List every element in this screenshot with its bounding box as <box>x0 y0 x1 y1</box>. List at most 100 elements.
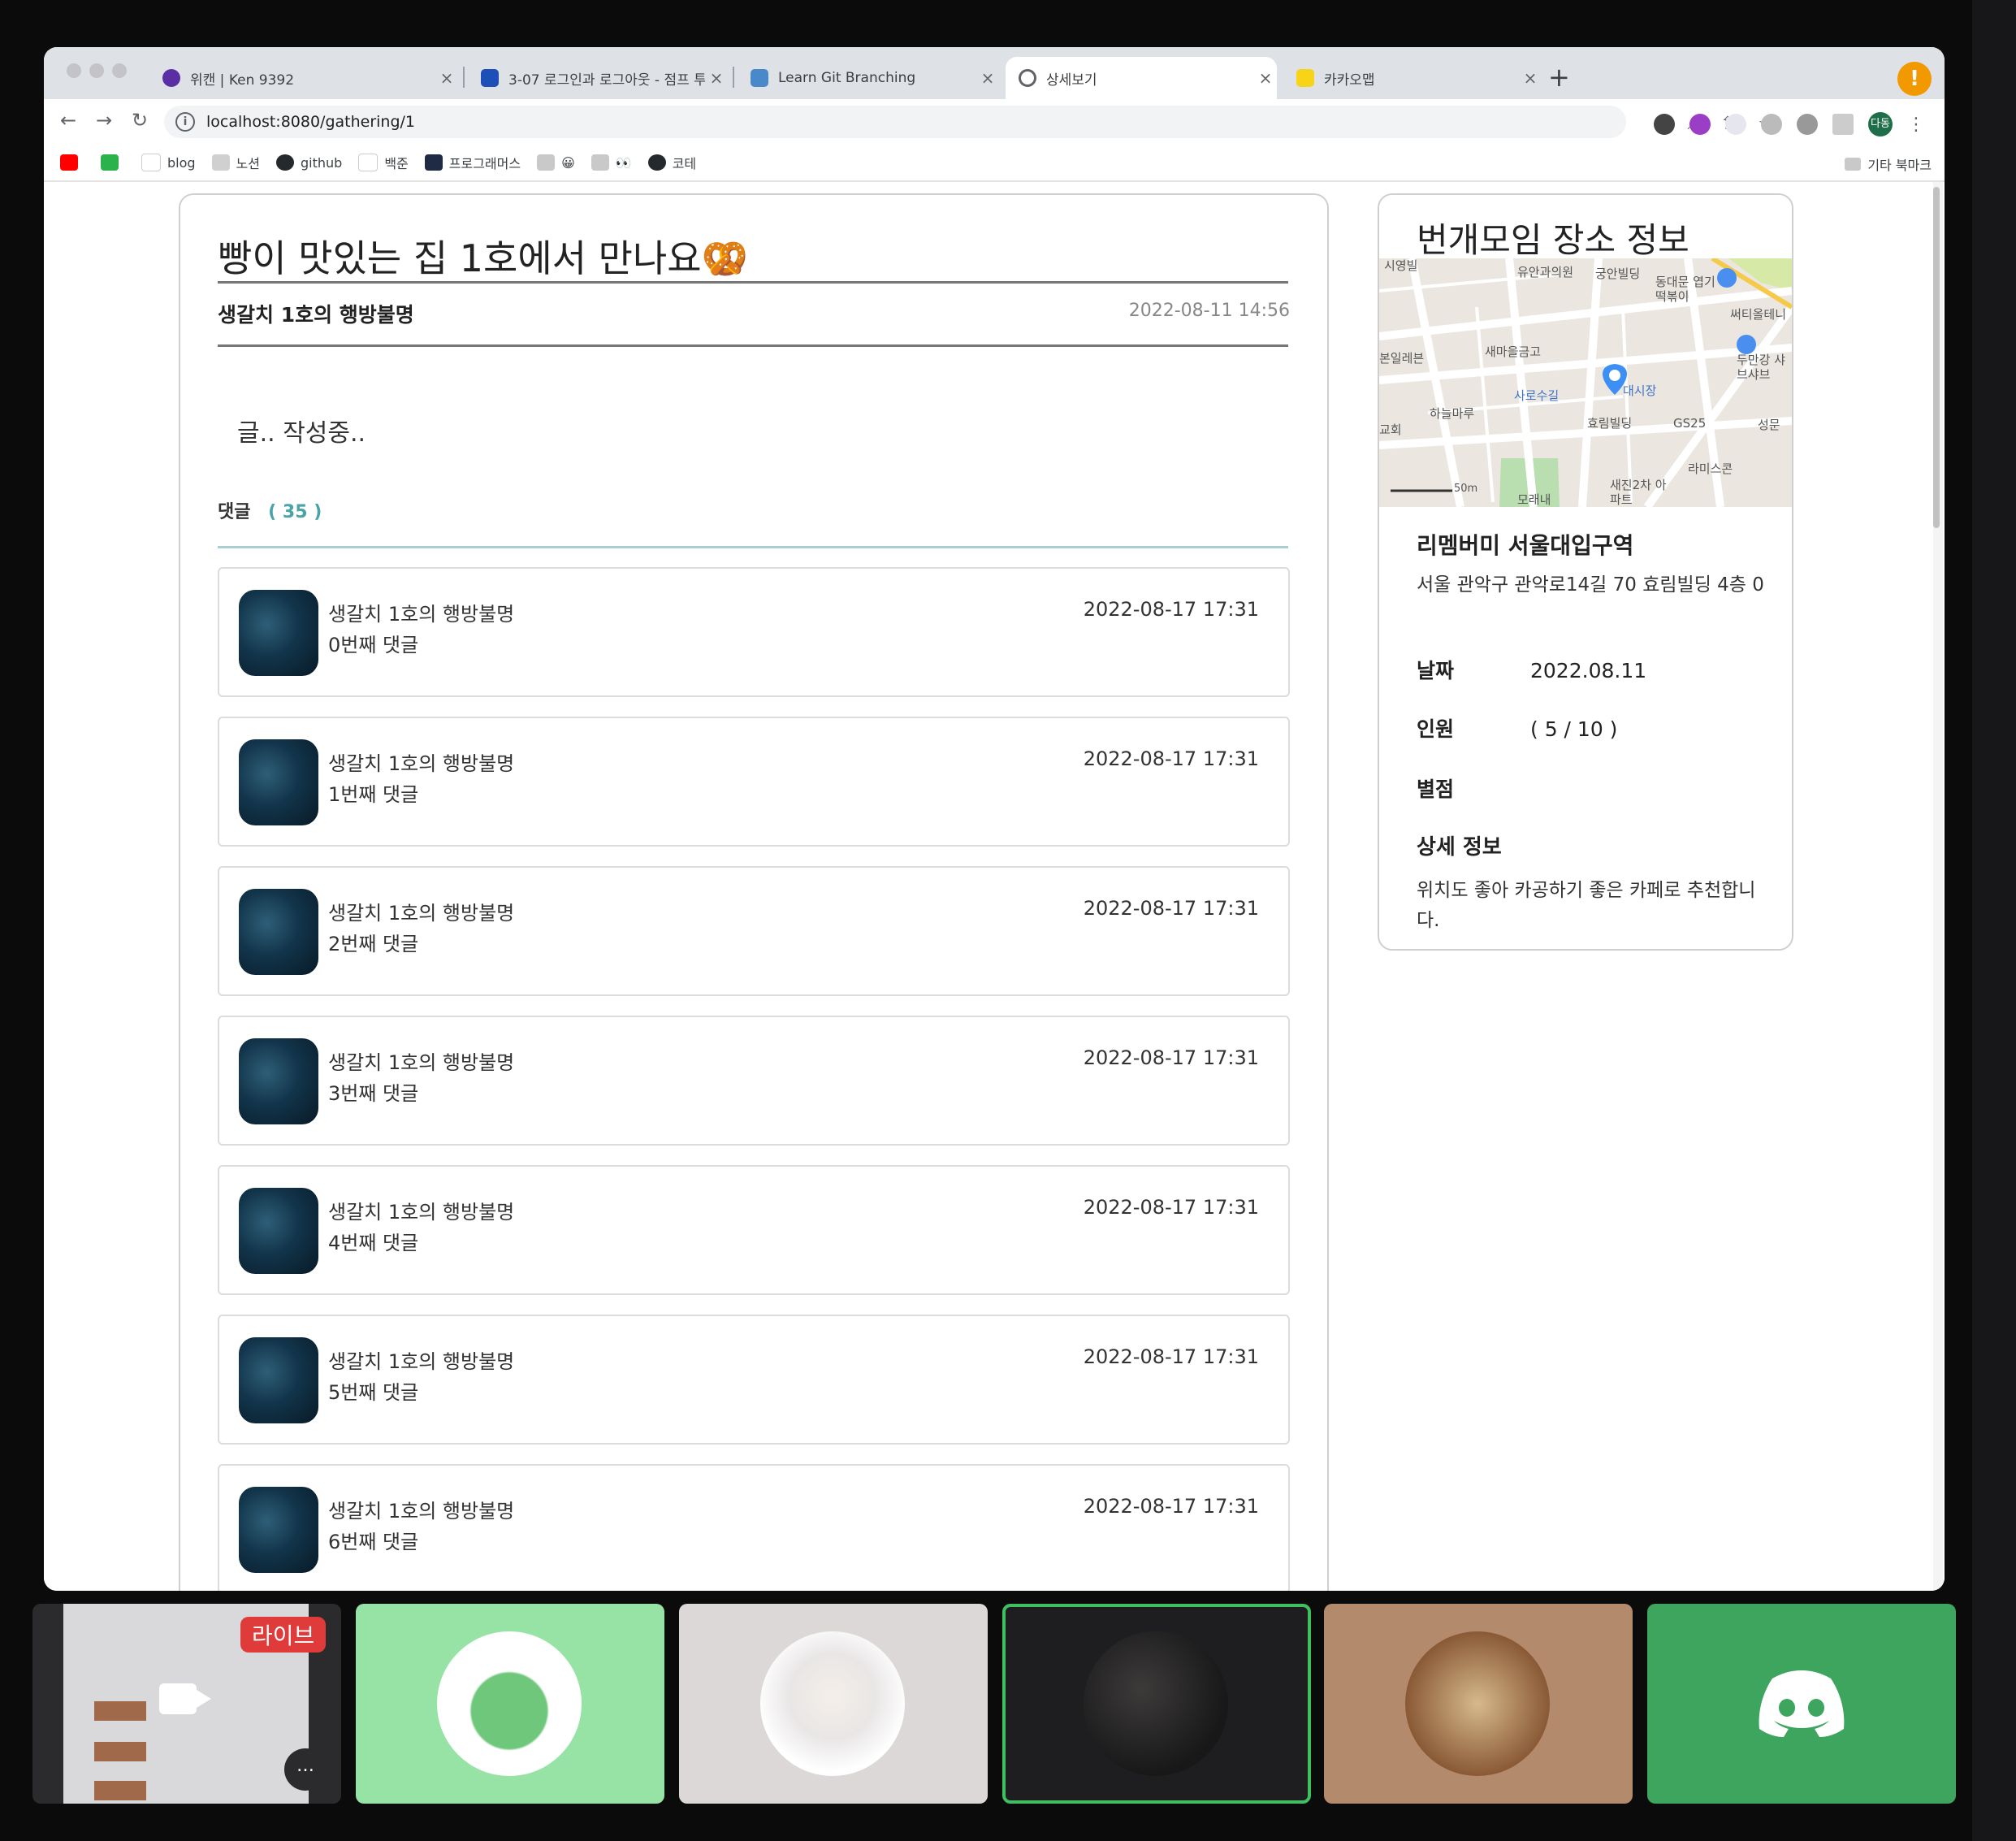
bookmark-folder-eyes[interactable]: 👀 <box>591 154 632 171</box>
map-label: 궁안빌딩 <box>1595 266 1641 281</box>
reload-icon[interactable]: ↻ <box>132 109 148 132</box>
close-icon[interactable]: × <box>705 68 728 88</box>
comment-date: 2022-08-17 17:31 <box>1083 1196 1259 1219</box>
map-label: GS25 <box>1673 416 1707 431</box>
avatar <box>239 1188 318 1274</box>
extension-ghost-icon[interactable] <box>1725 114 1746 135</box>
wecan-favicon-icon <box>162 69 180 87</box>
comment-text: 5번째 댓글 <box>328 1381 419 1404</box>
map-label: 모래내 <box>1517 492 1551 507</box>
discord-logo-icon <box>1759 1670 1845 1737</box>
back-arrow-icon[interactable]: ← <box>60 109 76 132</box>
map-label: 하늘마루 <box>1430 406 1475 421</box>
book-favicon-icon <box>481 69 499 87</box>
bookmark-github[interactable]: github <box>276 154 342 171</box>
participant-tile-girl[interactable] <box>679 1604 988 1804</box>
comment-item: 생갈치 1호의 행방불명 1번째 댓글 2022-08-17 17:31 <box>218 717 1290 847</box>
other-bookmarks[interactable]: 기타 북마크 <box>1845 154 1932 174</box>
address-bar[interactable]: i localhost:8080/gathering/1 <box>164 106 1626 138</box>
tab-learn-git-branching[interactable]: Learn Git Branching × <box>738 57 999 99</box>
map-label: 새마을금고 <box>1485 344 1542 359</box>
scrollbar-thumb[interactable] <box>1933 187 1940 528</box>
tab-kakaomap[interactable]: 카카오맵 × <box>1283 57 1542 99</box>
participant-tile-bookstore[interactable] <box>1324 1604 1633 1804</box>
blog-icon <box>141 154 161 171</box>
more-options-icon[interactable]: … <box>284 1748 327 1791</box>
url-text[interactable]: localhost:8080/gathering/1 <box>206 113 415 131</box>
divider <box>218 281 1288 284</box>
comment-author: 생갈치 1호의 행방불명 <box>328 902 515 925</box>
map-label: 사로수길 <box>1514 388 1560 403</box>
close-icon[interactable]: × <box>1519 68 1542 88</box>
bookmark-baekjoon[interactable]: 백준 <box>358 153 409 172</box>
extension-broadcast-icon[interactable] <box>1761 114 1782 135</box>
map-label: 성문 <box>1758 418 1780 432</box>
comment-item: 생갈치 1호의 행방불명 2번째 댓글 2022-08-17 17:31 <box>218 866 1290 996</box>
kakao-map[interactable]: 유안과의원 궁안빌딩 동대문 엽기떡볶이 써티올테니 두만강 샤브샤브 새마을금… <box>1379 258 1792 507</box>
profile-avatar[interactable]: 다동 <box>1868 112 1893 136</box>
avatar <box>239 1337 318 1423</box>
update-alert-icon[interactable]: ! <box>1897 62 1932 96</box>
comment-author: 생갈치 1호의 행방불명 <box>328 1500 515 1523</box>
bookmark-programmers[interactable]: 프로그래머스 <box>424 153 521 172</box>
window-zoom-button[interactable] <box>112 63 127 78</box>
comment-item: 생갈치 1호의 행방불명 3번째 댓글 2022-08-17 17:31 <box>218 1016 1290 1146</box>
comment-author: 생갈치 1호의 행방불명 <box>328 603 515 626</box>
page-scrollbar[interactable] <box>1933 182 1943 1591</box>
site-info-icon[interactable]: i <box>175 112 195 132</box>
comment-item: 생갈치 1호의 행방불명 6번째 댓글 2022-08-17 17:31 <box>218 1464 1290 1591</box>
close-icon[interactable]: × <box>1254 68 1277 88</box>
discord-tile[interactable] <box>1647 1604 1956 1804</box>
preview-thumbnail <box>94 1742 146 1761</box>
browser-window: 위캔 | Ken 9392 × 3-07 로그인과 로그아웃 - 점프 투 스프… <box>44 47 1945 1591</box>
menu-kebab-icon[interactable]: ⋮ <box>1907 115 1925 135</box>
bookmark-folder-smile[interactable]: 😀 <box>537 154 575 171</box>
window-minimize-button[interactable] <box>89 63 104 78</box>
info-row-rating: 별점 <box>1417 778 1455 801</box>
comment-date: 2022-08-17 17:31 <box>1083 897 1259 920</box>
map-label: 시영빌 <box>1384 258 1418 273</box>
close-icon[interactable]: × <box>976 68 999 88</box>
kakaomap-favicon-icon <box>1296 69 1314 87</box>
bookmark-px[interactable] <box>101 154 125 171</box>
extension-n-icon[interactable] <box>1654 114 1675 135</box>
extension-purple-icon[interactable] <box>1689 114 1711 135</box>
map-label: 써티올테니 <box>1730 307 1787 322</box>
window-close-button[interactable] <box>67 63 81 78</box>
right-sidebar-strip <box>1972 0 2016 1841</box>
tab-bar: 위캔 | Ken 9392 × 3-07 로그인과 로그아웃 - 점프 투 스프… <box>44 47 1945 99</box>
youtube-icon <box>60 154 78 171</box>
tab-detail-view[interactable]: 상세보기 × <box>1006 57 1277 99</box>
comment-author: 생갈치 1호의 행방불명 <box>328 1201 515 1224</box>
avatar <box>239 889 318 975</box>
map-label: 두만강 샤브샤브 <box>1737 353 1785 382</box>
bookmark-coding-test[interactable]: 코테 <box>647 153 696 172</box>
info-row-date: 날짜 2022.08.11 <box>1417 659 1647 682</box>
bookmarks-bar: blog 노션 github 백준 프로그래머스 😀 👀 코테 기타 북마크 <box>44 145 1945 182</box>
folder-icon <box>537 154 556 171</box>
close-icon[interactable]: × <box>435 68 458 88</box>
participant-tile-speaking[interactable] <box>1002 1604 1311 1804</box>
participant-tile-dino[interactable] <box>356 1604 664 1804</box>
side-panel-icon[interactable] <box>1832 114 1854 135</box>
comment-item: 생갈치 1호의 행방불명 4번째 댓글 2022-08-17 17:31 <box>218 1165 1290 1295</box>
bookmark-youtube[interactable] <box>60 154 84 171</box>
preview-thumbnail <box>94 1781 146 1800</box>
place-info-card: 번개모임 장소 정보 유안과의원 궁안빌딩 동대문 엽기떡볶이 써티올테니 두만… <box>1378 193 1793 951</box>
tab-jump-to-spring[interactable]: 3-07 로그인과 로그아웃 - 점프 투 스프 × <box>468 57 728 99</box>
avatar <box>239 1038 318 1124</box>
comment-date: 2022-08-17 17:31 <box>1083 598 1259 621</box>
bookmark-notion[interactable]: 노션 <box>211 153 260 172</box>
screen-share-tile[interactable]: 라이브 … <box>32 1604 341 1804</box>
extensions-puzzle-icon[interactable] <box>1797 114 1818 135</box>
map-label: 효림빌딩 <box>1587 416 1633 431</box>
forward-arrow-icon[interactable]: → <box>96 109 112 132</box>
tab-wecan[interactable]: 위캔 | Ken 9392 × <box>149 57 458 99</box>
new-tab-plus-icon[interactable]: + <box>1548 62 1570 93</box>
map-label: 유안과의원 <box>1517 265 1574 279</box>
map-label: 새진2차 아파트 <box>1610 478 1667 507</box>
comment-date: 2022-08-17 17:31 <box>1083 1345 1259 1368</box>
code-icon <box>358 154 379 171</box>
live-badge: 라이브 <box>240 1617 327 1653</box>
bookmark-blog[interactable]: blog <box>141 154 196 171</box>
